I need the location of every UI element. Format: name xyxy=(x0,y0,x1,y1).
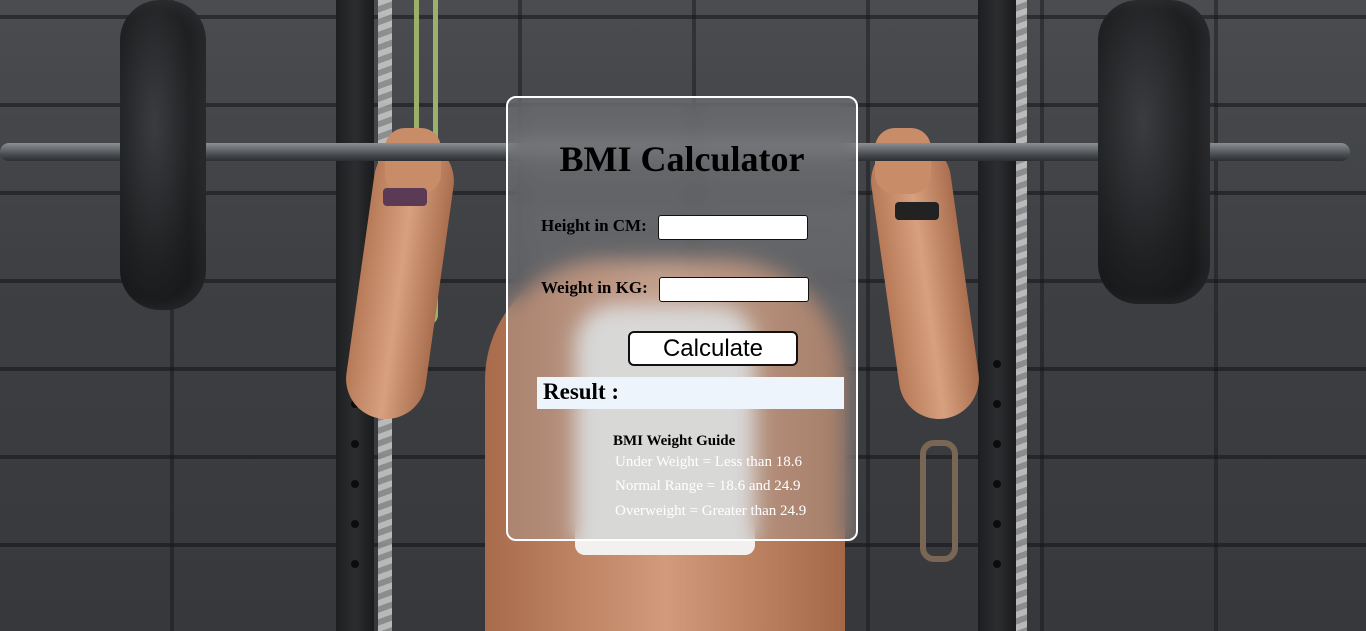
calculate-button[interactable]: Calculate xyxy=(628,331,798,366)
weight-plate-left xyxy=(120,0,206,310)
guide-title: BMI Weight Guide xyxy=(613,433,736,449)
result-display: Result : xyxy=(537,377,844,409)
height-label: Height in CM: xyxy=(541,216,647,235)
weight-plate-right xyxy=(1098,0,1210,304)
bmi-calculator-card: BMI Calculator Height in CM: Weight in K… xyxy=(506,96,858,541)
weight-input[interactable] xyxy=(659,277,809,302)
guide-row-underweight: Under Weight = Less than 18.6 xyxy=(615,454,802,470)
page-title: BMI Calculator xyxy=(559,139,805,179)
guide-row-normal: Normal Range = 18.6 and 24.9 xyxy=(615,478,801,494)
guide-row-overweight: Overweight = Greater than 24.9 xyxy=(615,503,807,519)
weight-label: Weight in KG: xyxy=(541,278,648,297)
squat-rack-right xyxy=(978,0,1016,631)
height-input[interactable] xyxy=(658,215,808,240)
